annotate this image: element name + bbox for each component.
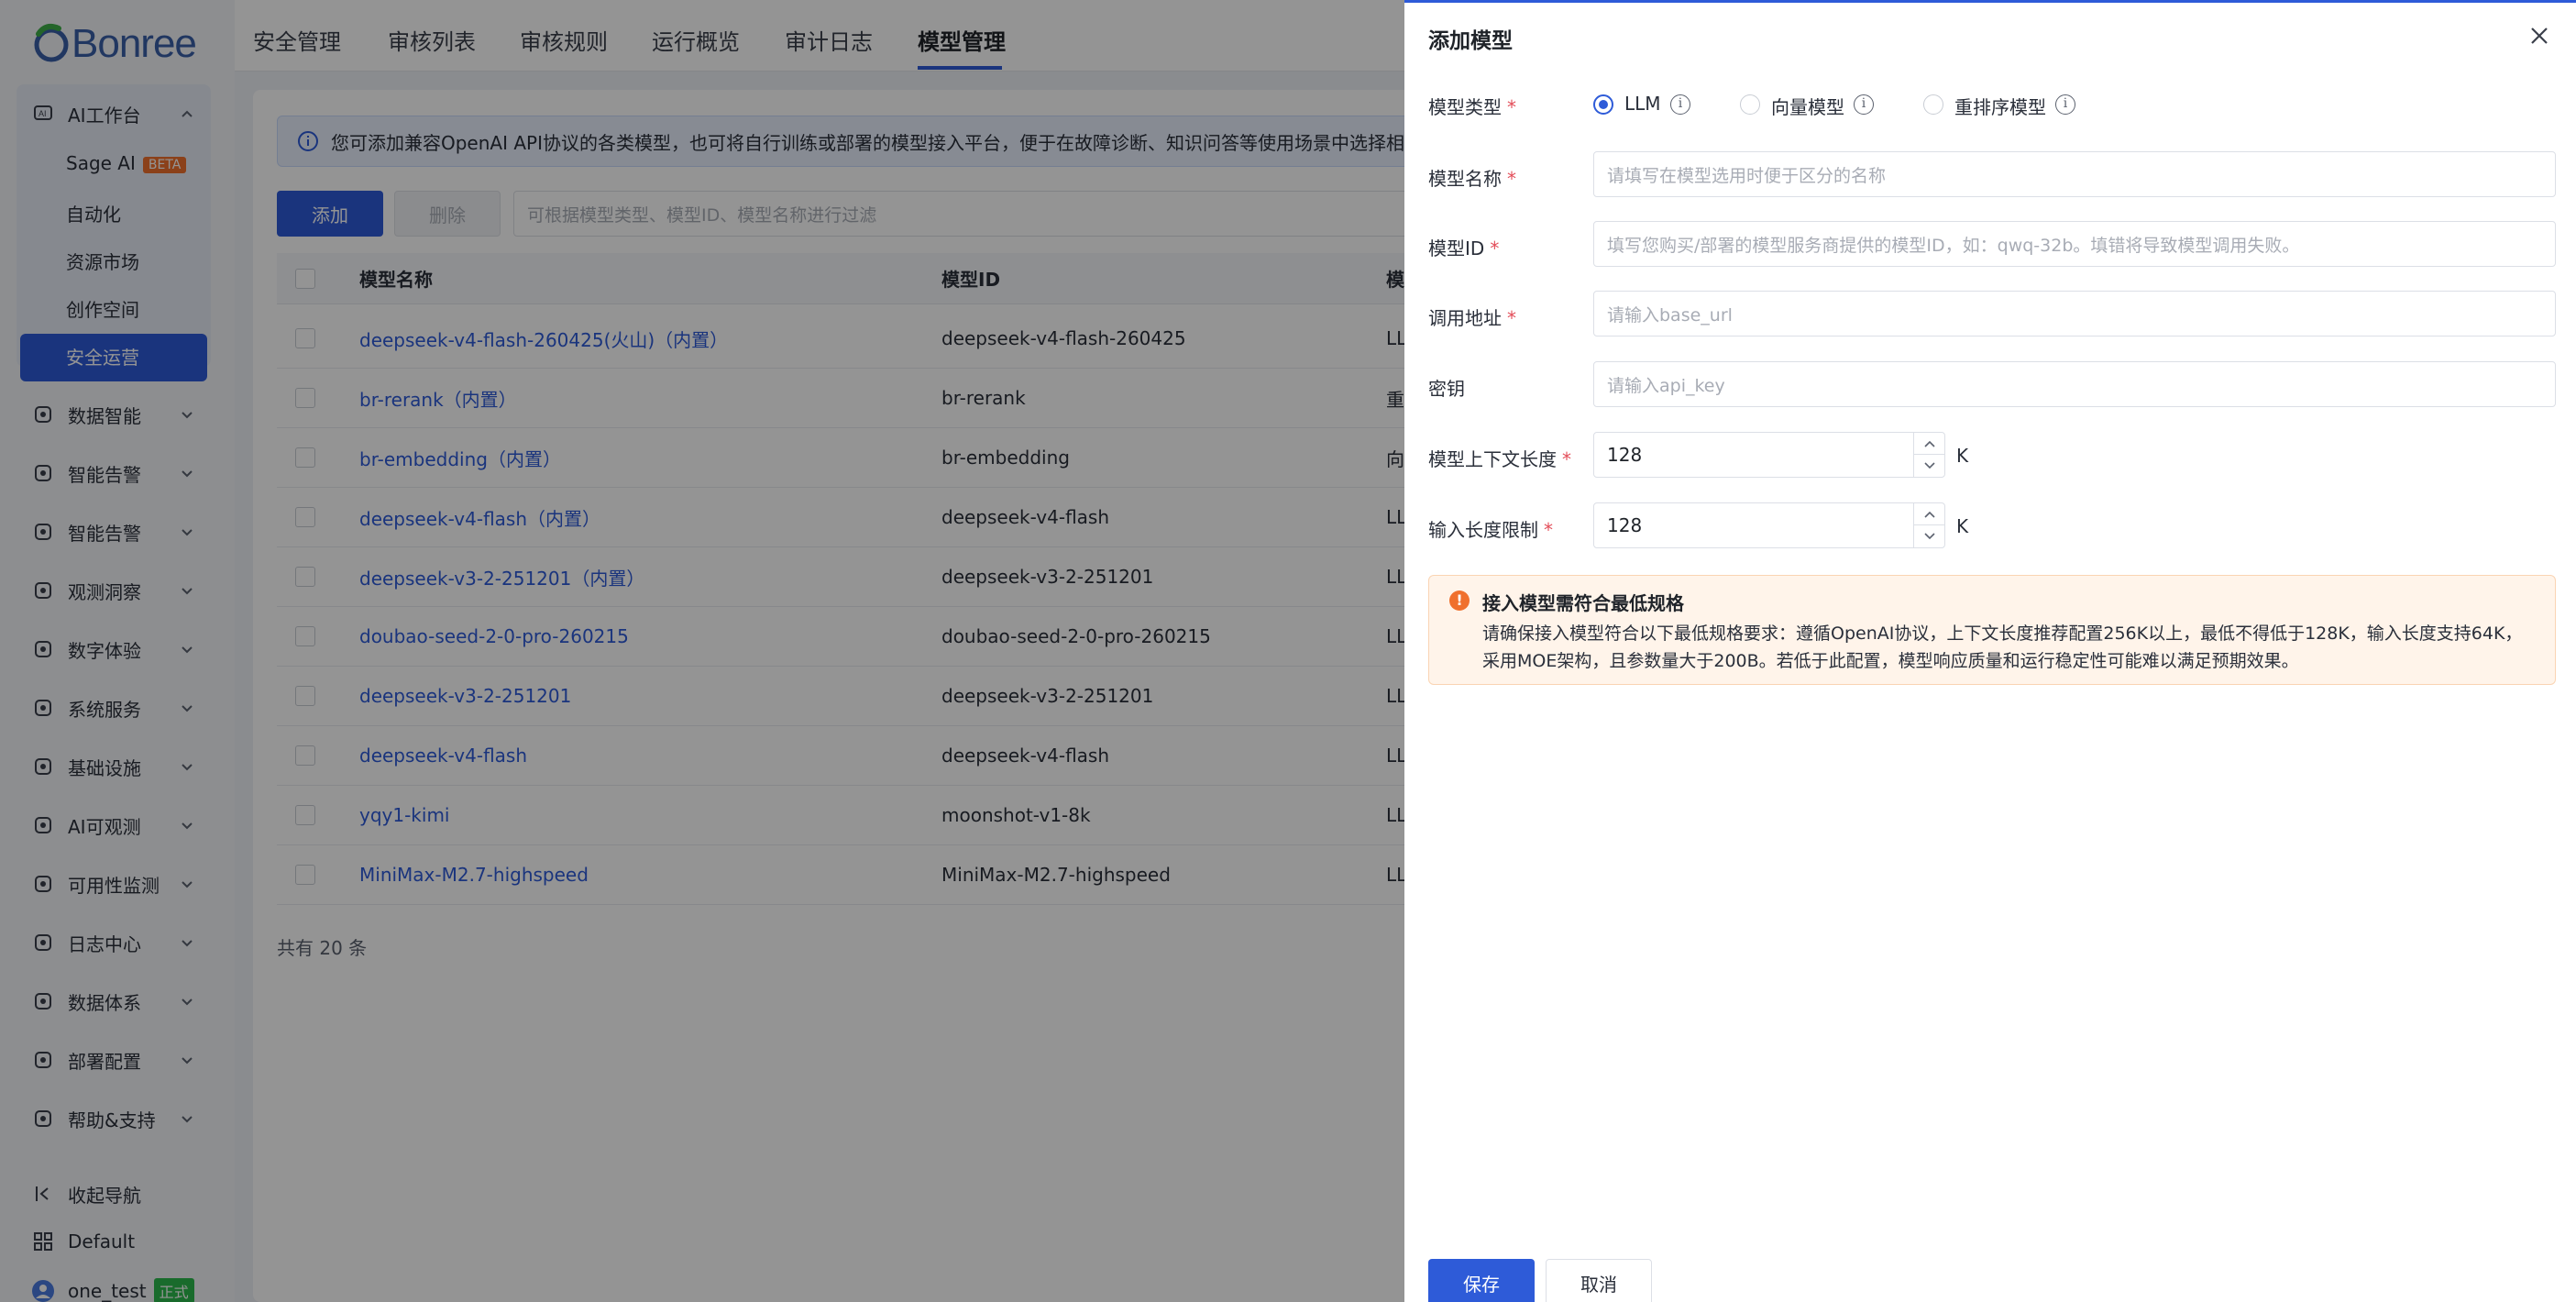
input-limit-unit: K bbox=[1956, 515, 1969, 537]
radio-embedding[interactable] bbox=[1740, 94, 1760, 115]
required-mark: * bbox=[1562, 448, 1571, 470]
api-key-label: 密钥 bbox=[1428, 378, 1465, 400]
required-mark: * bbox=[1507, 307, 1516, 329]
model-type-label: 模型类型 * bbox=[1428, 93, 1516, 119]
model-type-label-text: 模型类型 bbox=[1428, 96, 1502, 118]
context-length-label: 模型上下文长度 * bbox=[1428, 445, 1571, 471]
input-limit-value: 128 bbox=[1607, 514, 1643, 536]
context-length-value: 128 bbox=[1607, 444, 1643, 466]
chevron-up-icon bbox=[1924, 440, 1935, 447]
drawer-title: 添加模型 bbox=[1428, 29, 1513, 53]
input-limit-input[interactable]: 128 bbox=[1593, 502, 1945, 548]
required-mark: * bbox=[1507, 168, 1516, 190]
radio-embedding-label[interactable]: 向量模型 bbox=[1771, 93, 1844, 119]
context-length-stepper bbox=[1913, 433, 1945, 477]
increment-button[interactable] bbox=[1914, 503, 1945, 525]
decrement-button[interactable] bbox=[1914, 455, 1945, 477]
radio-llm-label[interactable]: LLM bbox=[1624, 93, 1661, 115]
add-model-drawer: 添加模型 模型类型 * LLM i 向量模型 i 重排序模型 i 模型名称 * 请填… bbox=[1404, 0, 2576, 1302]
input-limit-stepper bbox=[1913, 503, 1945, 547]
input-limit-label-text: 输入长度限制 bbox=[1428, 519, 1538, 541]
model-name-input[interactable]: 请填写在模型选用时便于区分的名称 bbox=[1593, 151, 2556, 197]
info-circle-icon[interactable]: i bbox=[2055, 94, 2075, 115]
spec-warning-box: ! 接入模型需符合最低规格 请确保接入模型符合以下最低规格要求：遵循OpenAI… bbox=[1428, 575, 2556, 685]
warning-text: 请确保接入模型符合以下最低规格要求：遵循OpenAI协议，上下文长度推荐配置25… bbox=[1482, 623, 2523, 671]
warning-icon: ! bbox=[1449, 590, 1470, 611]
model-id-label-text: 模型ID bbox=[1428, 237, 1485, 259]
chevron-down-icon bbox=[1924, 462, 1935, 469]
radio-rerank-label[interactable]: 重排序模型 bbox=[1954, 93, 2046, 119]
model-id-input[interactable]: 填写您购买/部署的模型服务商提供的模型ID，如：qwq-32b。填错将导致模型调… bbox=[1593, 221, 2556, 267]
required-mark: * bbox=[1507, 96, 1516, 118]
decrement-button[interactable] bbox=[1914, 525, 1945, 547]
required-mark: * bbox=[1544, 519, 1553, 541]
input-limit-label: 输入长度限制 * bbox=[1428, 515, 1553, 542]
context-length-unit: K bbox=[1956, 445, 1969, 467]
close-icon[interactable] bbox=[2526, 23, 2552, 49]
model-name-label: 模型名称 * bbox=[1428, 164, 1516, 191]
base-url-input[interactable]: 请输入base_url bbox=[1593, 291, 2556, 337]
model-id-label: 模型ID * bbox=[1428, 234, 1499, 260]
context-length-input[interactable]: 128 bbox=[1593, 432, 1945, 478]
api-key-input[interactable]: 请输入api_key bbox=[1593, 361, 2556, 407]
required-mark: * bbox=[1490, 237, 1500, 259]
save-button[interactable]: 保存 bbox=[1428, 1259, 1535, 1302]
chevron-down-icon bbox=[1924, 533, 1935, 540]
model-name-label-text: 模型名称 bbox=[1428, 168, 1502, 190]
info-circle-icon[interactable]: i bbox=[1854, 94, 1874, 115]
base-url-label: 调用地址 * bbox=[1428, 303, 1516, 330]
warning-title: 接入模型需符合最低规格 bbox=[1482, 592, 1684, 614]
radio-llm[interactable] bbox=[1593, 94, 1613, 115]
base-url-label-text: 调用地址 bbox=[1428, 307, 1502, 329]
info-circle-icon[interactable]: i bbox=[1670, 94, 1690, 115]
modal-overlay[interactable] bbox=[0, 0, 1404, 1302]
chevron-up-icon bbox=[1924, 511, 1935, 518]
context-length-label-text: 模型上下文长度 bbox=[1428, 448, 1557, 470]
cancel-button[interactable]: 取消 bbox=[1546, 1259, 1652, 1302]
radio-rerank[interactable] bbox=[1923, 94, 1943, 115]
increment-button[interactable] bbox=[1914, 433, 1945, 455]
